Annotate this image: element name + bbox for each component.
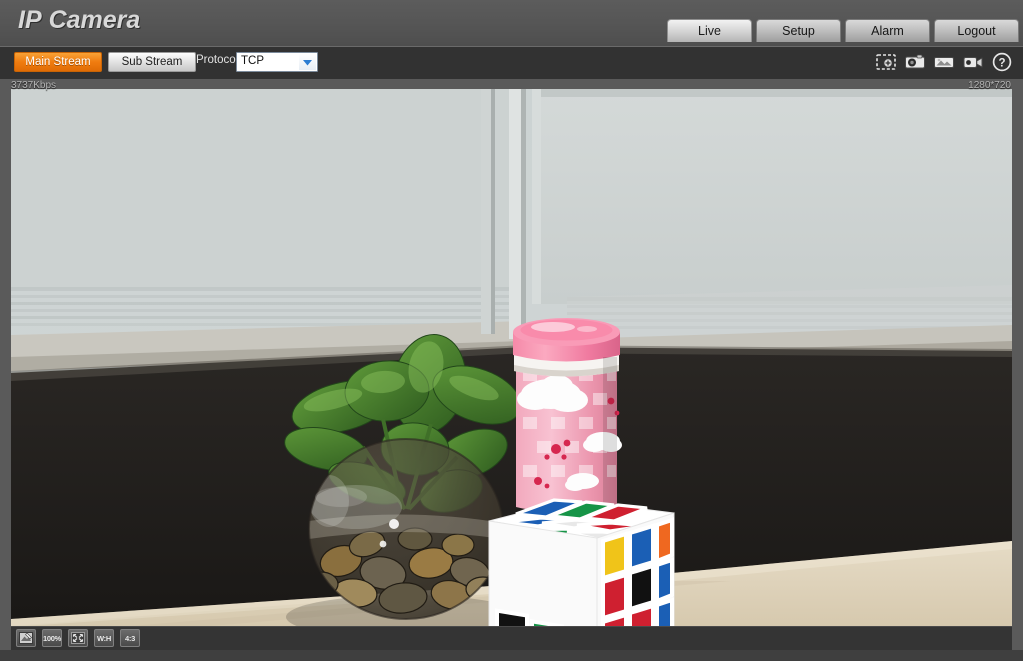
snapshot-icon[interactable] [904,51,926,73]
protocol-select[interactable]: TCP [236,52,318,72]
ip-camera-app: IP Camera Live Setup Alarm Logout Main S… [0,0,1023,661]
chevron-down-icon[interactable] [299,54,316,70]
video-scene [11,89,1012,626]
aspect-ratio-wh-button[interactable]: W:H [94,629,114,647]
help-icon[interactable]: ? [991,51,1013,73]
nav-live-button[interactable]: Live [667,19,752,42]
video-stream-view[interactable] [11,89,1012,626]
aspect-ratio-43-button[interactable]: 4:3 [120,629,140,647]
resolution-overlay: 1280*720 [968,80,1011,91]
zoom-100-percent-button[interactable]: 100% [42,629,62,647]
bitrate-overlay: 3737Kbps [11,80,57,91]
app-header: IP Camera Live Setup Alarm Logout [0,0,1023,46]
fullscreen-icon[interactable] [68,629,88,647]
logo-bold-text: IP [18,6,42,34]
pink-tumbler [513,318,622,513]
main-stream-button[interactable]: Main Stream [14,52,102,72]
main-nav: Live Setup Alarm Logout [667,19,1019,42]
svg-text:?: ? [998,58,1005,70]
image-adjust-icon[interactable] [16,629,36,647]
video-bottom-toolbar: 100% W:H 4:3 [11,626,1012,650]
nav-setup-button[interactable]: Setup [756,19,841,42]
logo-rest-text: Camera [48,6,141,34]
stream-icon-toolbar: ? [875,51,1013,73]
record-icon[interactable] [962,51,984,73]
nav-logout-button[interactable]: Logout [934,19,1019,42]
app-logo: IP Camera [18,6,140,35]
protocol-selected-value: TCP [241,55,264,67]
stream-toolbar: Main Stream Sub Stream Protocol TCP ? [0,46,1023,79]
protocol-label: Protocol [196,54,239,66]
nav-alarm-button[interactable]: Alarm [845,19,930,42]
triple-snapshot-icon[interactable] [933,51,955,73]
bottom-icon-group: 100% W:H 4:3 [16,629,140,647]
sub-stream-button[interactable]: Sub Stream [108,52,196,72]
digital-zoom-icon[interactable] [875,51,897,73]
window-frame-bottom [0,650,1023,661]
rubiks-cube [488,498,675,626]
